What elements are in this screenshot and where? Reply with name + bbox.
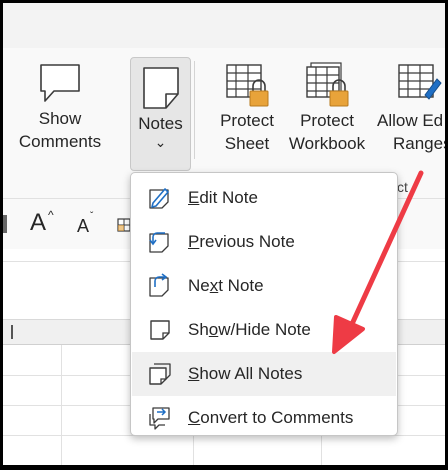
menu-item-next-note[interactable]: Next Note xyxy=(132,264,396,308)
column-divider xyxy=(11,325,13,339)
next-note-icon xyxy=(132,264,188,308)
comment-bubble-icon xyxy=(40,64,80,102)
borders-icon[interactable] xyxy=(117,218,131,232)
increase-font-caret-icon: ^ xyxy=(48,208,54,222)
notes-button[interactable]: Notes ⌄ xyxy=(130,57,191,171)
notes-dropdown-menu: Edit Note Previous Note Next Note Show/H… xyxy=(130,172,398,436)
show-comments-label-2: Comments xyxy=(18,132,102,151)
show-all-notes-label: Show All Notes xyxy=(188,364,303,383)
menu-item-convert-to-comments[interactable]: Convert to Comments xyxy=(132,396,396,440)
edit-note-icon xyxy=(132,176,188,220)
decrease-font-size-button[interactable]: A xyxy=(77,216,89,237)
chevron-down-icon: ⌄ xyxy=(154,134,167,150)
allow-edit-ranges-icon xyxy=(398,64,442,100)
protect-sheet-label-2: Sheet xyxy=(224,134,270,153)
show-all-notes-icon xyxy=(132,352,188,396)
excel-window: Show Comments Notes ⌄ Protect Sheet Prot… xyxy=(3,3,445,465)
toolbar-edge-marker xyxy=(3,215,7,233)
show-hide-note-label: Show/Hide Note xyxy=(188,320,311,339)
protect-sheet-icon xyxy=(226,64,269,107)
protect-sheet-button[interactable]: Protect Sheet xyxy=(214,61,280,155)
menu-item-edit-note[interactable]: Edit Note xyxy=(132,176,396,220)
next-note-label: Next Note xyxy=(188,276,264,295)
menu-item-show-all-notes[interactable]: Show All Notes xyxy=(132,352,396,396)
convert-to-comments-label: Convert to Comments xyxy=(188,408,354,427)
ribbon-tab-strip xyxy=(3,3,445,48)
menu-item-show-hide-note[interactable]: Show/Hide Note xyxy=(132,308,396,352)
show-hide-note-icon xyxy=(132,308,188,352)
previous-note-icon xyxy=(132,220,188,264)
protect-workbook-icon xyxy=(306,62,349,107)
edit-note-label: Edit Note xyxy=(188,188,258,207)
convert-to-comments-icon xyxy=(132,396,188,440)
decrease-font-caret-icon: ˇ xyxy=(90,211,94,222)
protect-workbook-label-1: Protect xyxy=(300,111,354,130)
allow-edit-label-2: Ranges xyxy=(393,134,445,153)
show-comments-button[interactable]: Show Comments xyxy=(17,61,103,153)
protect-sheet-label-1: Protect xyxy=(220,111,274,130)
show-comments-label-1: Show xyxy=(38,109,82,128)
increase-font-size-button[interactable]: A xyxy=(30,209,46,237)
allow-edit-ranges-button[interactable]: Allow Ed Ranges xyxy=(377,61,445,155)
ribbon-group-label: ct xyxy=(397,179,408,195)
menu-item-previous-note[interactable]: Previous Note xyxy=(132,220,396,264)
notes-label: Notes xyxy=(138,114,183,133)
note-icon xyxy=(142,67,179,109)
protect-workbook-button[interactable]: Protect Workbook xyxy=(283,61,371,155)
allow-edit-label-1: Allow Ed xyxy=(377,111,444,130)
previous-note-label: Previous Note xyxy=(188,232,295,251)
protect-workbook-label-2: Workbook xyxy=(288,134,366,153)
ribbon-group-separator xyxy=(194,61,195,159)
